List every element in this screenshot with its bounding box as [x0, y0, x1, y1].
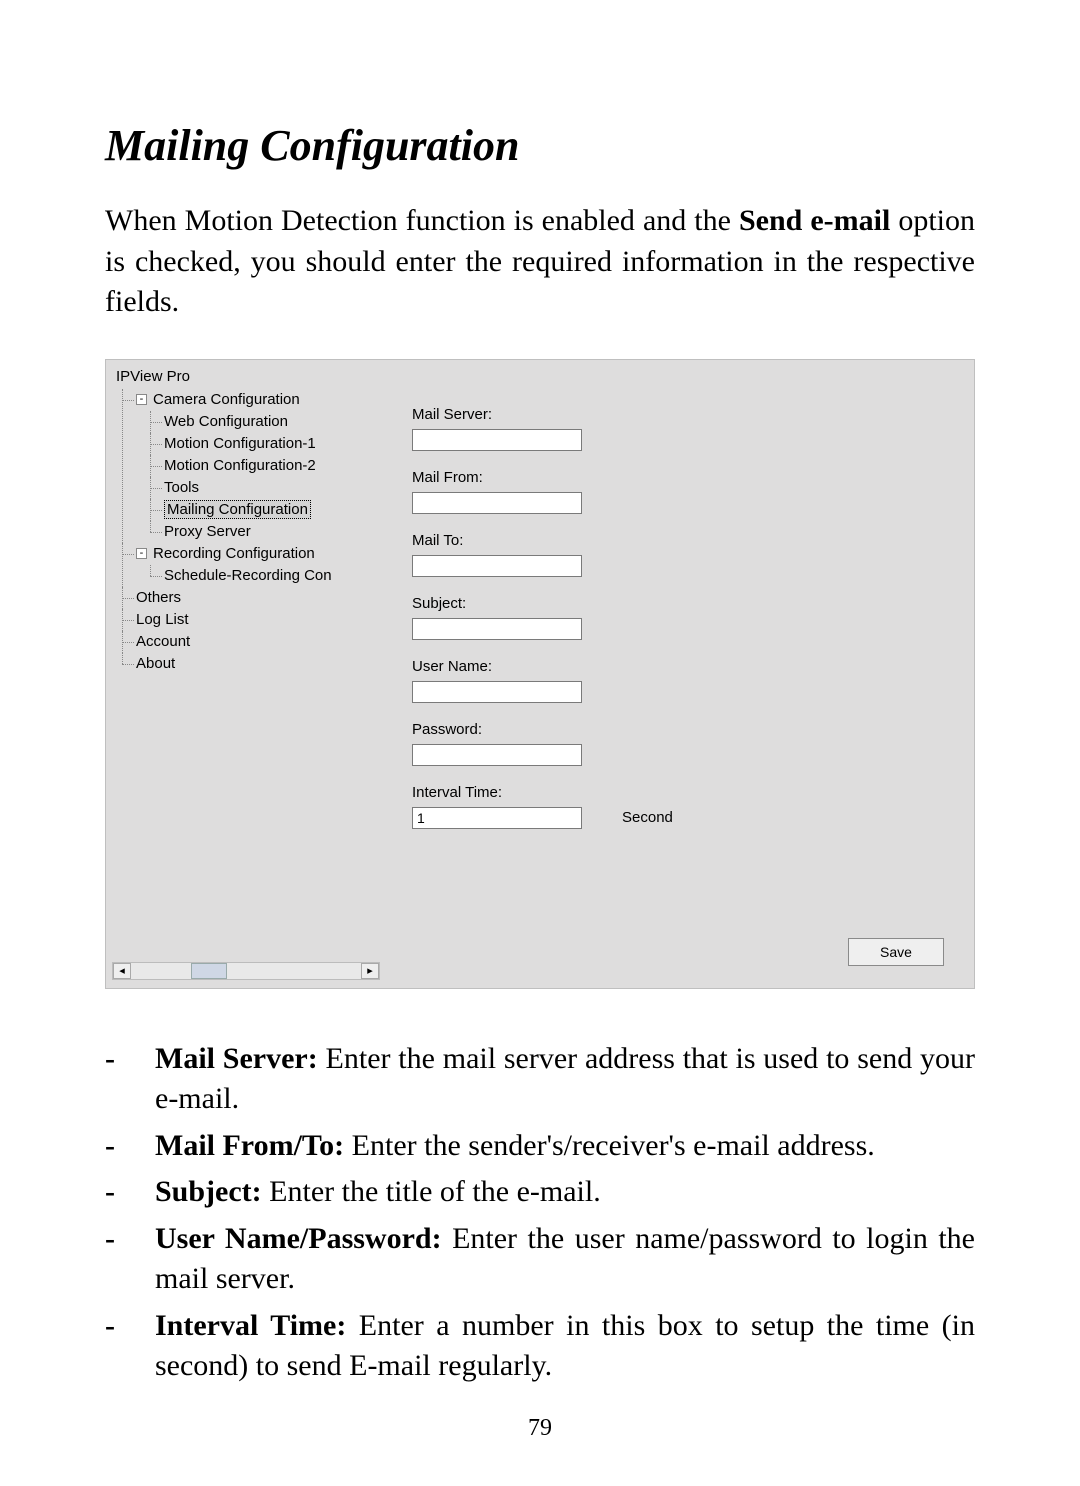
scroll-thumb[interactable] — [191, 963, 227, 979]
mail-from-input[interactable] — [412, 492, 582, 514]
intro-paragraph: When Motion Detection function is enable… — [105, 201, 975, 323]
mail-to-input[interactable] — [412, 555, 582, 577]
user-name-label: User Name: — [412, 658, 940, 675]
password-label: Password: — [412, 721, 940, 738]
tree-node-label: Recording Configuration — [153, 545, 315, 562]
tree-node-label: Proxy Server — [164, 523, 251, 540]
bullet-row: - User Name/Password: Enter the user nam… — [105, 1219, 975, 1300]
tree-node-tools[interactable]: Tools — [164, 477, 386, 499]
bullet-body: Mail From/To: Enter the sender's/receive… — [155, 1126, 975, 1167]
tree-node-account[interactable]: Account — [136, 631, 386, 653]
tree-node-label: Schedule-Recording Con — [164, 567, 332, 584]
bullet-term: Mail From/To: — [155, 1129, 344, 1162]
bullet-term: User Name/Password: — [155, 1222, 442, 1255]
interval-input[interactable] — [412, 807, 582, 829]
bullet-body: Interval Time: Enter a number in this bo… — [155, 1306, 975, 1387]
tree-node-label: Web Configuration — [164, 413, 288, 430]
tree-node-about[interactable]: About — [136, 653, 386, 675]
tree-node-motion1[interactable]: Motion Configuration-1 — [164, 433, 386, 455]
bullet-dash: - — [105, 1126, 155, 1167]
tree-node-others[interactable]: Others — [136, 587, 386, 609]
tree-node-mailing[interactable]: Mailing Configuration — [164, 499, 386, 521]
form-pane: Mail Server: Mail From: Mail To: Subject… — [386, 360, 974, 988]
scroll-track[interactable] — [131, 963, 361, 979]
bullet-desc: Enter the sender's/receiver's e-mail add… — [344, 1129, 875, 1162]
user-name-input[interactable] — [412, 681, 582, 703]
interval-unit: Second — [622, 809, 673, 826]
tree-node-motion2[interactable]: Motion Configuration-2 — [164, 455, 386, 477]
collapse-icon[interactable]: - — [136, 548, 147, 559]
intro-bold: Send e-mail — [739, 204, 890, 237]
tree-node-label: Log List — [136, 611, 189, 628]
tree-node-camera-config[interactable]: -Camera Configuration Web Configuration … — [136, 389, 386, 543]
tree-node-label: Camera Configuration — [153, 391, 300, 408]
bullet-row: - Mail From/To: Enter the sender's/recei… — [105, 1126, 975, 1167]
tree-node-label: Motion Configuration-2 — [164, 457, 316, 474]
tree-node-recording-config[interactable]: -Recording Configuration Schedule-Record… — [136, 543, 386, 587]
interval-label: Interval Time: — [412, 784, 940, 801]
collapse-icon[interactable]: - — [136, 394, 147, 405]
description-list: - Mail Server: Enter the mail server add… — [105, 1039, 975, 1387]
subject-input[interactable] — [412, 618, 582, 640]
mail-to-label: Mail To: — [412, 532, 940, 549]
mail-from-label: Mail From: — [412, 469, 940, 486]
intro-pre: When Motion Detection function is enable… — [105, 204, 739, 237]
tree-pane: IPView Pro -Camera Configuration Web Con… — [106, 360, 386, 988]
app-screenshot: IPView Pro -Camera Configuration Web Con… — [105, 359, 975, 989]
bullet-row: - Mail Server: Enter the mail server add… — [105, 1039, 975, 1120]
mail-server-label: Mail Server: — [412, 406, 940, 423]
tree-node-label: Mailing Configuration — [164, 500, 311, 519]
tree-node-proxy[interactable]: Proxy Server — [164, 521, 386, 543]
tree-node-log-list[interactable]: Log List — [136, 609, 386, 631]
tree-node-web-config[interactable]: Web Configuration — [164, 411, 386, 433]
tree-scrollbar[interactable]: ◂ ▸ — [112, 962, 380, 980]
subject-label: Subject: — [412, 595, 940, 612]
app-title: IPView Pro — [116, 368, 386, 385]
page-heading: Mailing Configuration — [105, 120, 975, 171]
tree-node-schedule-recording[interactable]: Schedule-Recording Con — [164, 565, 386, 587]
config-tree: -Camera Configuration Web Configuration … — [116, 389, 386, 675]
password-input[interactable] — [412, 744, 582, 766]
bullet-dash: - — [105, 1219, 155, 1260]
bullet-dash: - — [105, 1306, 155, 1347]
tree-node-label: About — [136, 655, 175, 672]
save-button[interactable]: Save — [848, 938, 944, 966]
tree-node-label: Motion Configuration-1 — [164, 435, 316, 452]
bullet-term: Subject: — [155, 1175, 262, 1208]
bullet-body: Mail Server: Enter the mail server addre… — [155, 1039, 975, 1120]
bullet-dash: - — [105, 1039, 155, 1080]
bullet-body: Subject: Enter the title of the e-mail. — [155, 1172, 975, 1213]
bullet-row: - Subject: Enter the title of the e-mail… — [105, 1172, 975, 1213]
scroll-left-button[interactable]: ◂ — [113, 963, 131, 979]
scroll-right-button[interactable]: ▸ — [361, 963, 379, 979]
bullet-body: User Name/Password: Enter the user name/… — [155, 1219, 975, 1300]
mail-server-input[interactable] — [412, 429, 582, 451]
tree-node-label: Tools — [164, 479, 199, 496]
bullet-term: Mail Server: — [155, 1042, 318, 1075]
bullet-row: - Interval Time: Enter a number in this … — [105, 1306, 975, 1387]
bullet-dash: - — [105, 1172, 155, 1213]
tree-node-label: Others — [136, 589, 181, 606]
page-number: 79 — [105, 1415, 975, 1442]
bullet-term: Interval Time: — [155, 1309, 346, 1342]
tree-node-label: Account — [136, 633, 190, 650]
bullet-desc: Enter the title of the e-mail. — [262, 1175, 601, 1208]
